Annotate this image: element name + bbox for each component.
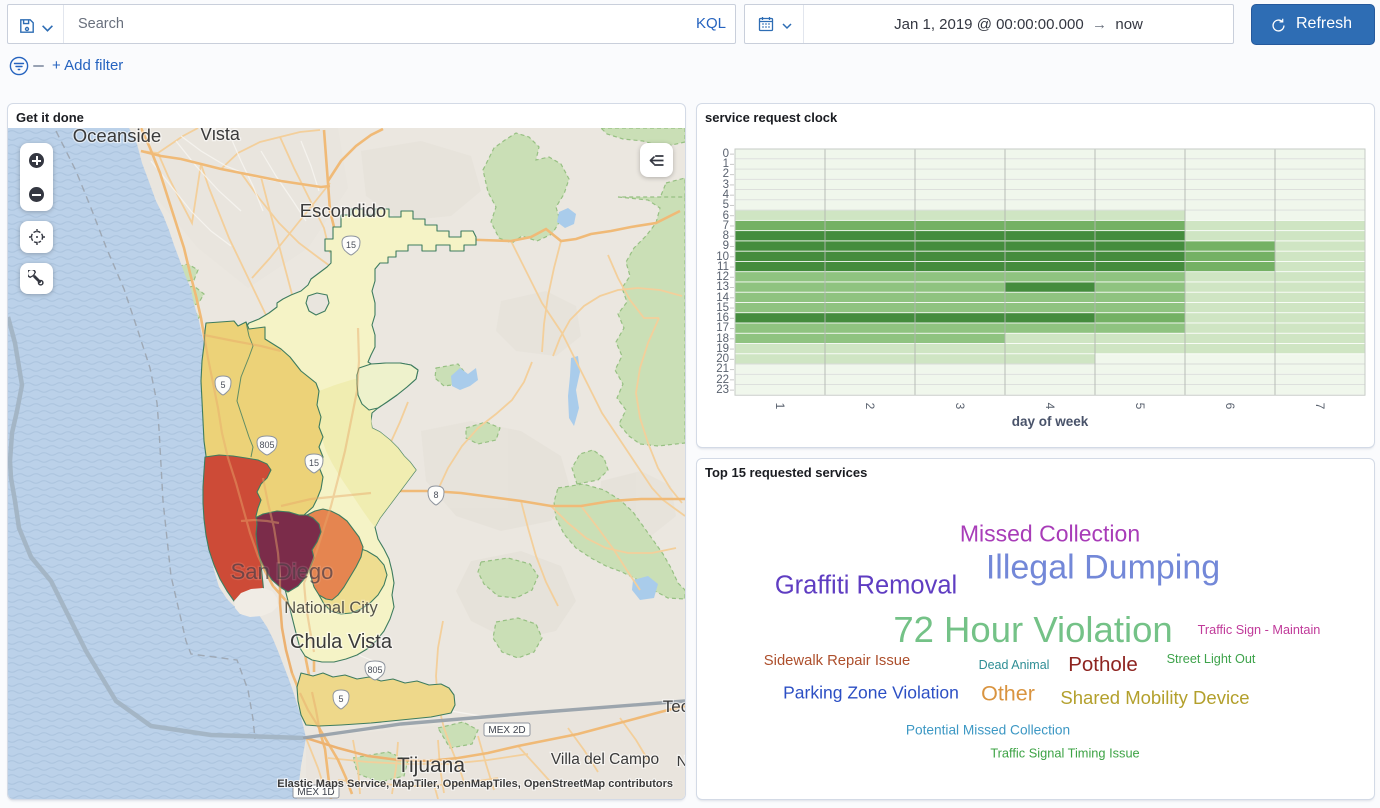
svg-text:5: 5 <box>338 694 343 704</box>
svg-text:Elastic Maps Service, MapTiler: Elastic Maps Service, MapTiler, OpenMapT… <box>277 778 673 790</box>
svg-text:MEX 2D: MEX 2D <box>488 725 525 736</box>
svg-text:15: 15 <box>309 458 319 468</box>
svg-text:15: 15 <box>346 240 356 250</box>
svg-text:National City: National City <box>284 599 378 617</box>
svg-text:N: N <box>677 753 685 770</box>
svg-text:Villa del Campo: Villa del Campo <box>551 751 659 768</box>
svg-text:5: 5 <box>220 380 225 390</box>
svg-text:Chula Vista: Chula Vista <box>290 631 393 653</box>
svg-text:Oceanside: Oceanside <box>73 128 161 146</box>
svg-text:San Diego: San Diego <box>231 559 334 584</box>
svg-text:8: 8 <box>433 490 438 500</box>
svg-text:Tec: Tec <box>663 697 685 716</box>
svg-text:Escondido: Escondido <box>300 200 386 221</box>
svg-text:805: 805 <box>259 440 274 450</box>
svg-text:805: 805 <box>367 665 382 675</box>
svg-text:Vista: Vista <box>200 128 241 144</box>
svg-text:Tijuana: Tijuana <box>397 754 465 777</box>
